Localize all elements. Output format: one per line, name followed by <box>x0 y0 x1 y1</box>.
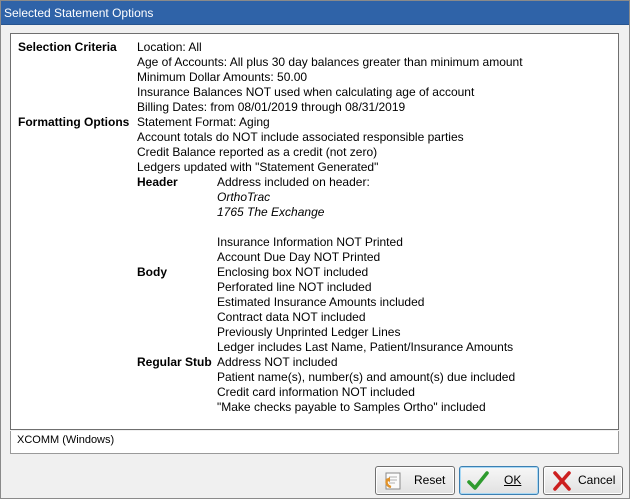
body-unprinted-ledger: Previously Unprinted Ledger Lines <box>217 325 401 339</box>
format-account-totals: Account totals do NOT include associated… <box>137 130 464 144</box>
body-perforated-line: Perforated line NOT included <box>217 280 372 294</box>
body-label: Body <box>137 265 167 279</box>
format-ledgers-updated: Ledgers updated with "Statement Generate… <box>137 160 379 174</box>
format-credit-balance: Credit Balance reported as a credit (not… <box>137 145 378 159</box>
title-bar[interactable]: Selected Statement Options <box>1 1 629 25</box>
selection-criteria-label: Selection Criteria <box>18 40 117 54</box>
criteria-age-of-accounts: Age of Accounts: All plus 30 day balance… <box>137 55 523 69</box>
x-icon <box>550 470 574 492</box>
stub-credit-card: Credit card information NOT included <box>217 385 415 399</box>
status-bar: XCOMM (Windows) <box>10 431 619 454</box>
stub-make-checks: "Make checks payable to Samples Ortho" i… <box>217 400 486 414</box>
body-ledger-includes: Ledger includes Last Name, Patient/Insur… <box>217 340 514 354</box>
regular-stub-label: Regular Stub <box>137 355 212 369</box>
reset-icon <box>382 470 406 492</box>
body-contract-data: Contract data NOT included <box>217 310 366 324</box>
window-title: Selected Statement Options <box>4 6 154 20</box>
cancel-button[interactable]: Cancel <box>543 466 623 495</box>
header-label: Header <box>137 175 178 189</box>
header-address-name: OrthoTrac <box>217 190 271 204</box>
statement-options-window: Selected Statement Options Selection Cri… <box>0 0 630 499</box>
header-insurance-info: Insurance Information NOT Printed <box>217 235 403 249</box>
format-statement-format: Statement Format: Aging <box>137 115 270 129</box>
options-panel: Selection Criteria Location: All Age of … <box>10 33 619 430</box>
stub-address: Address NOT included <box>217 355 338 369</box>
ok-button[interactable]: OK <box>459 466 539 495</box>
ok-label: OK <box>504 473 522 487</box>
cancel-label: Cancel <box>578 473 616 487</box>
body-enclosing-box: Enclosing box NOT included <box>217 265 369 279</box>
criteria-insurance-balances: Insurance Balances NOT used when calcula… <box>137 85 475 99</box>
formatting-options-label: Formatting Options <box>18 115 130 129</box>
criteria-location: Location: All <box>137 40 202 54</box>
header-account-due-day: Account Due Day NOT Printed <box>217 250 381 264</box>
header-address-street: 1765 The Exchange <box>217 205 325 219</box>
criteria-billing-dates: Billing Dates: from 08/01/2019 through 0… <box>137 100 406 114</box>
stub-patient-names: Patient name(s), number(s) and amount(s)… <box>217 370 516 384</box>
check-icon <box>466 470 490 492</box>
body-estimated-insurance: Estimated Insurance Amounts included <box>217 295 425 309</box>
reset-label: Reset <box>414 473 446 487</box>
criteria-minimum-dollar: Minimum Dollar Amounts: 50.00 <box>137 70 308 84</box>
status-text: XCOMM (Windows) <box>17 434 115 446</box>
reset-button[interactable]: Reset <box>375 466 455 495</box>
header-address-line: Address included on header: <box>217 175 370 189</box>
